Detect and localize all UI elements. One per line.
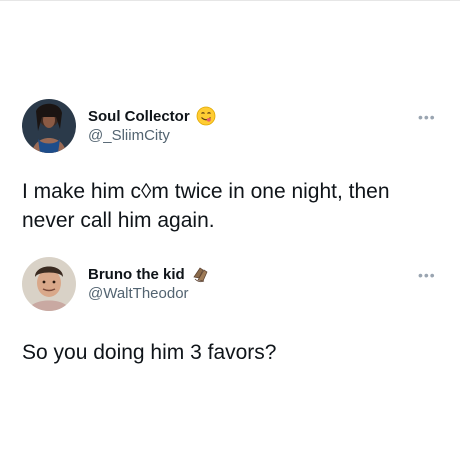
tweet-text: I make him c◊m twice in one night, then … [22, 177, 452, 235]
handle[interactable]: @_SliimCity [88, 127, 170, 144]
more-options-icon[interactable]: ••• [418, 110, 436, 124]
clapping-hands-emoji-icon [193, 267, 208, 283]
avatar[interactable] [22, 99, 76, 153]
tweet-text-line: I make him c◊m twice in one night, then [22, 180, 390, 203]
more-options-icon[interactable]: ••• [418, 268, 436, 282]
tweet-text-line: So you doing him 3 favors? [22, 341, 277, 364]
tweet-bruno-the-kid[interactable]: Bruno the kid @WaltTheodor ••• So you do… [0, 250, 460, 462]
tweet-text-line: never call him again. [22, 209, 215, 232]
avatar[interactable] [22, 257, 76, 311]
display-name[interactable]: Soul Collector [88, 108, 190, 125]
tweet-text: So you doing him 3 favors? [22, 338, 452, 367]
display-name[interactable]: Bruno the kid [88, 266, 185, 283]
savoring-face-emoji-icon [196, 106, 216, 126]
tweet-soul-collector[interactable]: Soul Collector @_SliimCity ••• I make hi… [0, 0, 460, 250]
handle[interactable]: @WaltTheodor [88, 285, 189, 302]
